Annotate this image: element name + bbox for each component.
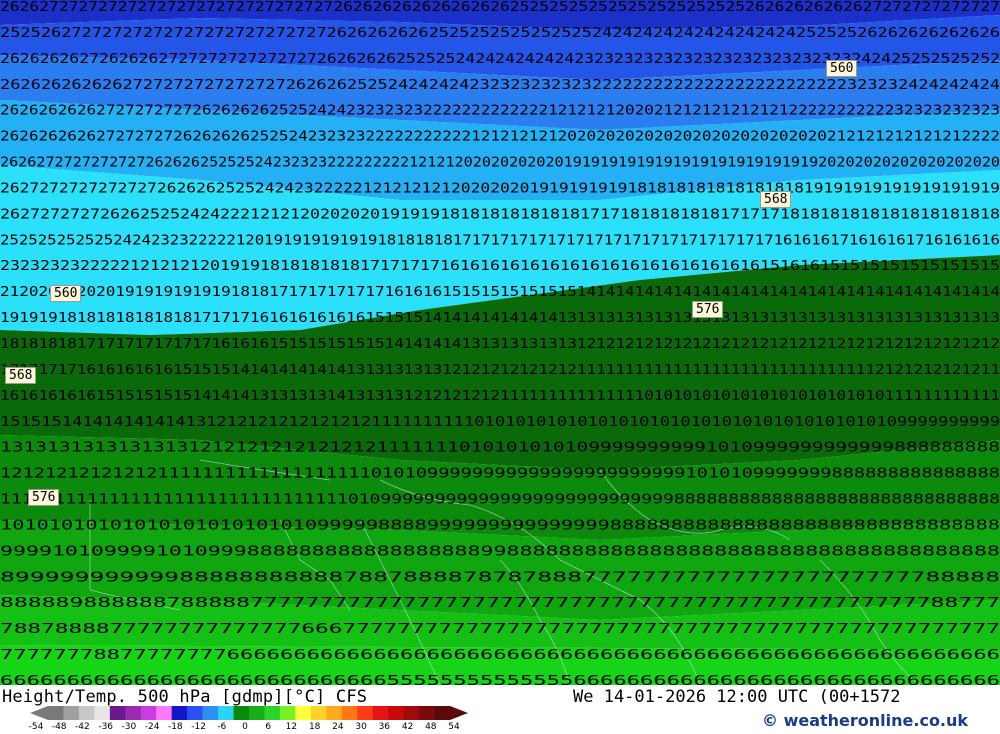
scale-swatch — [233, 706, 250, 720]
scale-tick-label: 24 — [332, 722, 344, 732]
scale-swatch — [295, 706, 312, 720]
value-row: 2525252525252424232322222120191919191919… — [0, 233, 1000, 248]
contour-label: 560 — [50, 285, 82, 302]
scale-swatch — [109, 706, 126, 720]
scale-swatch — [419, 706, 435, 720]
temperature-value-rows: 2626272727272727272727272727272727262626… — [0, 0, 1000, 685]
scale-tick-label: 6 — [265, 722, 272, 732]
contour-label: 560 — [826, 60, 858, 77]
value-row: 2626262626272727272726262626252524242323… — [0, 104, 1000, 119]
contour-label: 568 — [760, 191, 792, 208]
scale-tick-label: -42 — [75, 722, 90, 732]
scale-tick-label: 36 — [378, 722, 391, 732]
scale-swatch — [156, 706, 172, 720]
value-row: 2627272727272727262626252524242322222121… — [0, 182, 1000, 197]
scale-swatch — [171, 706, 188, 720]
scale-tick-label: -30 — [121, 722, 137, 732]
scale-tick-label: -12 — [191, 722, 206, 732]
value-row: 2626262626262727272727272727262626252524… — [0, 78, 1000, 93]
scale-tick-label: -6 — [217, 722, 227, 732]
contour-label: 576 — [692, 301, 724, 318]
scale-swatch — [357, 706, 373, 720]
scale-tick-label: 42 — [401, 722, 414, 732]
map-title: Height/Temp. 500 hPa [gdmp][°C] CFS — [2, 687, 368, 707]
value-row: 7777777887777777766666666666666666666666… — [0, 648, 1000, 663]
scale-arrow-left — [30, 706, 48, 720]
map-canvas: 2626272727272727272727272727272727262626… — [0, 0, 1000, 685]
scale-swatch — [326, 706, 343, 720]
value-row: 2323232322222121212120191918181818181717… — [0, 259, 1000, 274]
value-row: 1919191818181818181817171716161616161615… — [0, 311, 1000, 326]
scale-tick-label: 48 — [425, 722, 437, 732]
scale-swatch — [434, 706, 451, 720]
scale-swatch — [279, 706, 296, 720]
value-row: 2120202020201919191919191818171717171717… — [0, 285, 1000, 300]
scale-tick-label: 12 — [285, 722, 298, 732]
value-row: 1818181817171717171717161616151515151515… — [0, 337, 1000, 352]
value-row: 8888898888887888887777777777777777777777… — [0, 596, 1000, 611]
site-credit[interactable]: © weatheronline.co.uk — [762, 711, 968, 730]
scale-swatch — [372, 706, 389, 720]
scale-swatch — [63, 706, 80, 720]
value-row: 8999999999998888888888878878888787878887… — [0, 570, 1000, 585]
value-row: 2626272727272727272727272727272727262626… — [0, 0, 1000, 15]
scale-tick-label: -24 — [144, 722, 160, 732]
value-row: 1515151414141414141312121212121212121111… — [0, 415, 1000, 430]
scale-swatch — [125, 706, 142, 720]
scale-tick-label: -54 — [28, 722, 44, 732]
scale-swatch — [94, 706, 111, 720]
scale-tick-label: 30 — [355, 722, 367, 732]
map-footer: Height/Temp. 500 hPa [gdmp][°C] CFS We 1… — [0, 685, 1000, 733]
contour-label: 576 — [28, 489, 60, 506]
value-row: 1010101010101010101010101099999888899999… — [0, 519, 1000, 534]
scale-swatch — [249, 706, 265, 720]
value-row: 2525262727272727272727272727272726262626… — [0, 26, 1000, 41]
scale-tick-label: -36 — [98, 722, 114, 732]
scale-tick-label: -18 — [167, 722, 183, 732]
scale-tick-label: 18 — [308, 722, 321, 732]
scale-swatch — [341, 706, 358, 720]
value-row: 1313131313131313121212121212121211111110… — [0, 441, 1000, 456]
scale-swatch — [264, 706, 281, 720]
weather-map: 2626272727272727272727272727272727262626… — [0, 0, 1000, 685]
scale-arrow-right — [450, 706, 468, 720]
value-row: 1111111111111111111111111111111101099999… — [0, 493, 1000, 508]
scale-tick-label: 54 — [448, 722, 460, 732]
value-row: 6666666666666666666666666666655555555555… — [0, 674, 1000, 685]
valid-datetime: We 14-01-2026 12:00 UTC (00+1572 — [573, 687, 901, 707]
scale-swatch — [187, 706, 203, 720]
scale-swatch — [310, 706, 327, 720]
value-row: 2626262626272727272626262625252423232322… — [0, 130, 1000, 145]
value-row: 1616161616151515151514141413131313141313… — [0, 389, 1000, 404]
value-row: 2627272727262625252424222121212020202019… — [0, 207, 1000, 222]
value-row: 9999101099991010999888888888888888888998… — [0, 544, 1000, 559]
value-row: 7887888877777777777777666777777777777777… — [0, 622, 1000, 637]
value-row: 1717171716161616161515151414141414141313… — [0, 363, 1000, 378]
value-row: 2626272727272727262626252525242323232222… — [0, 156, 1000, 171]
scale-tick-label: -48 — [51, 722, 67, 732]
scale-swatch — [48, 706, 64, 720]
scale-swatch — [140, 706, 157, 720]
scale-tick-label: 0 — [242, 722, 248, 732]
scale-swatch — [403, 706, 420, 720]
contour-label: 568 — [5, 367, 37, 384]
scale-swatch — [218, 706, 234, 720]
color-scale-bar — [30, 706, 468, 720]
color-scale-ticks: -54 -48 -42 -36 -30 -24 -18 -12 -6 0 6 12 18 24 30 36 42… — [29, 722, 466, 734]
scale-swatch — [388, 706, 404, 720]
scale-swatch — [78, 706, 95, 720]
scale-swatch — [202, 706, 219, 720]
value-row: 1212121212121211111111111111111110101099… — [0, 467, 1000, 482]
